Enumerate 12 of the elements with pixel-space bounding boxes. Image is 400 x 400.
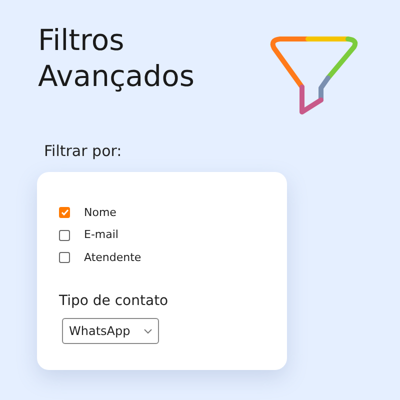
checkbox-label: Nome (84, 204, 116, 220)
checkbox[interactable] (59, 207, 70, 218)
caret-icon (144, 328, 152, 334)
page-title: Filtros Avançados (38, 22, 196, 94)
funnel-icon (270, 36, 358, 114)
filter-label: Filtrar por: (44, 141, 123, 162)
checkbox[interactable] (59, 252, 70, 264)
field-label: Tipo de contato (59, 292, 170, 311)
checkbox-label: Atendente (84, 250, 142, 266)
checkbox-label: E-mail (84, 227, 118, 243)
checkbox[interactable] (59, 230, 70, 241)
contact-type-select[interactable]: WhatsApp (62, 318, 160, 344)
